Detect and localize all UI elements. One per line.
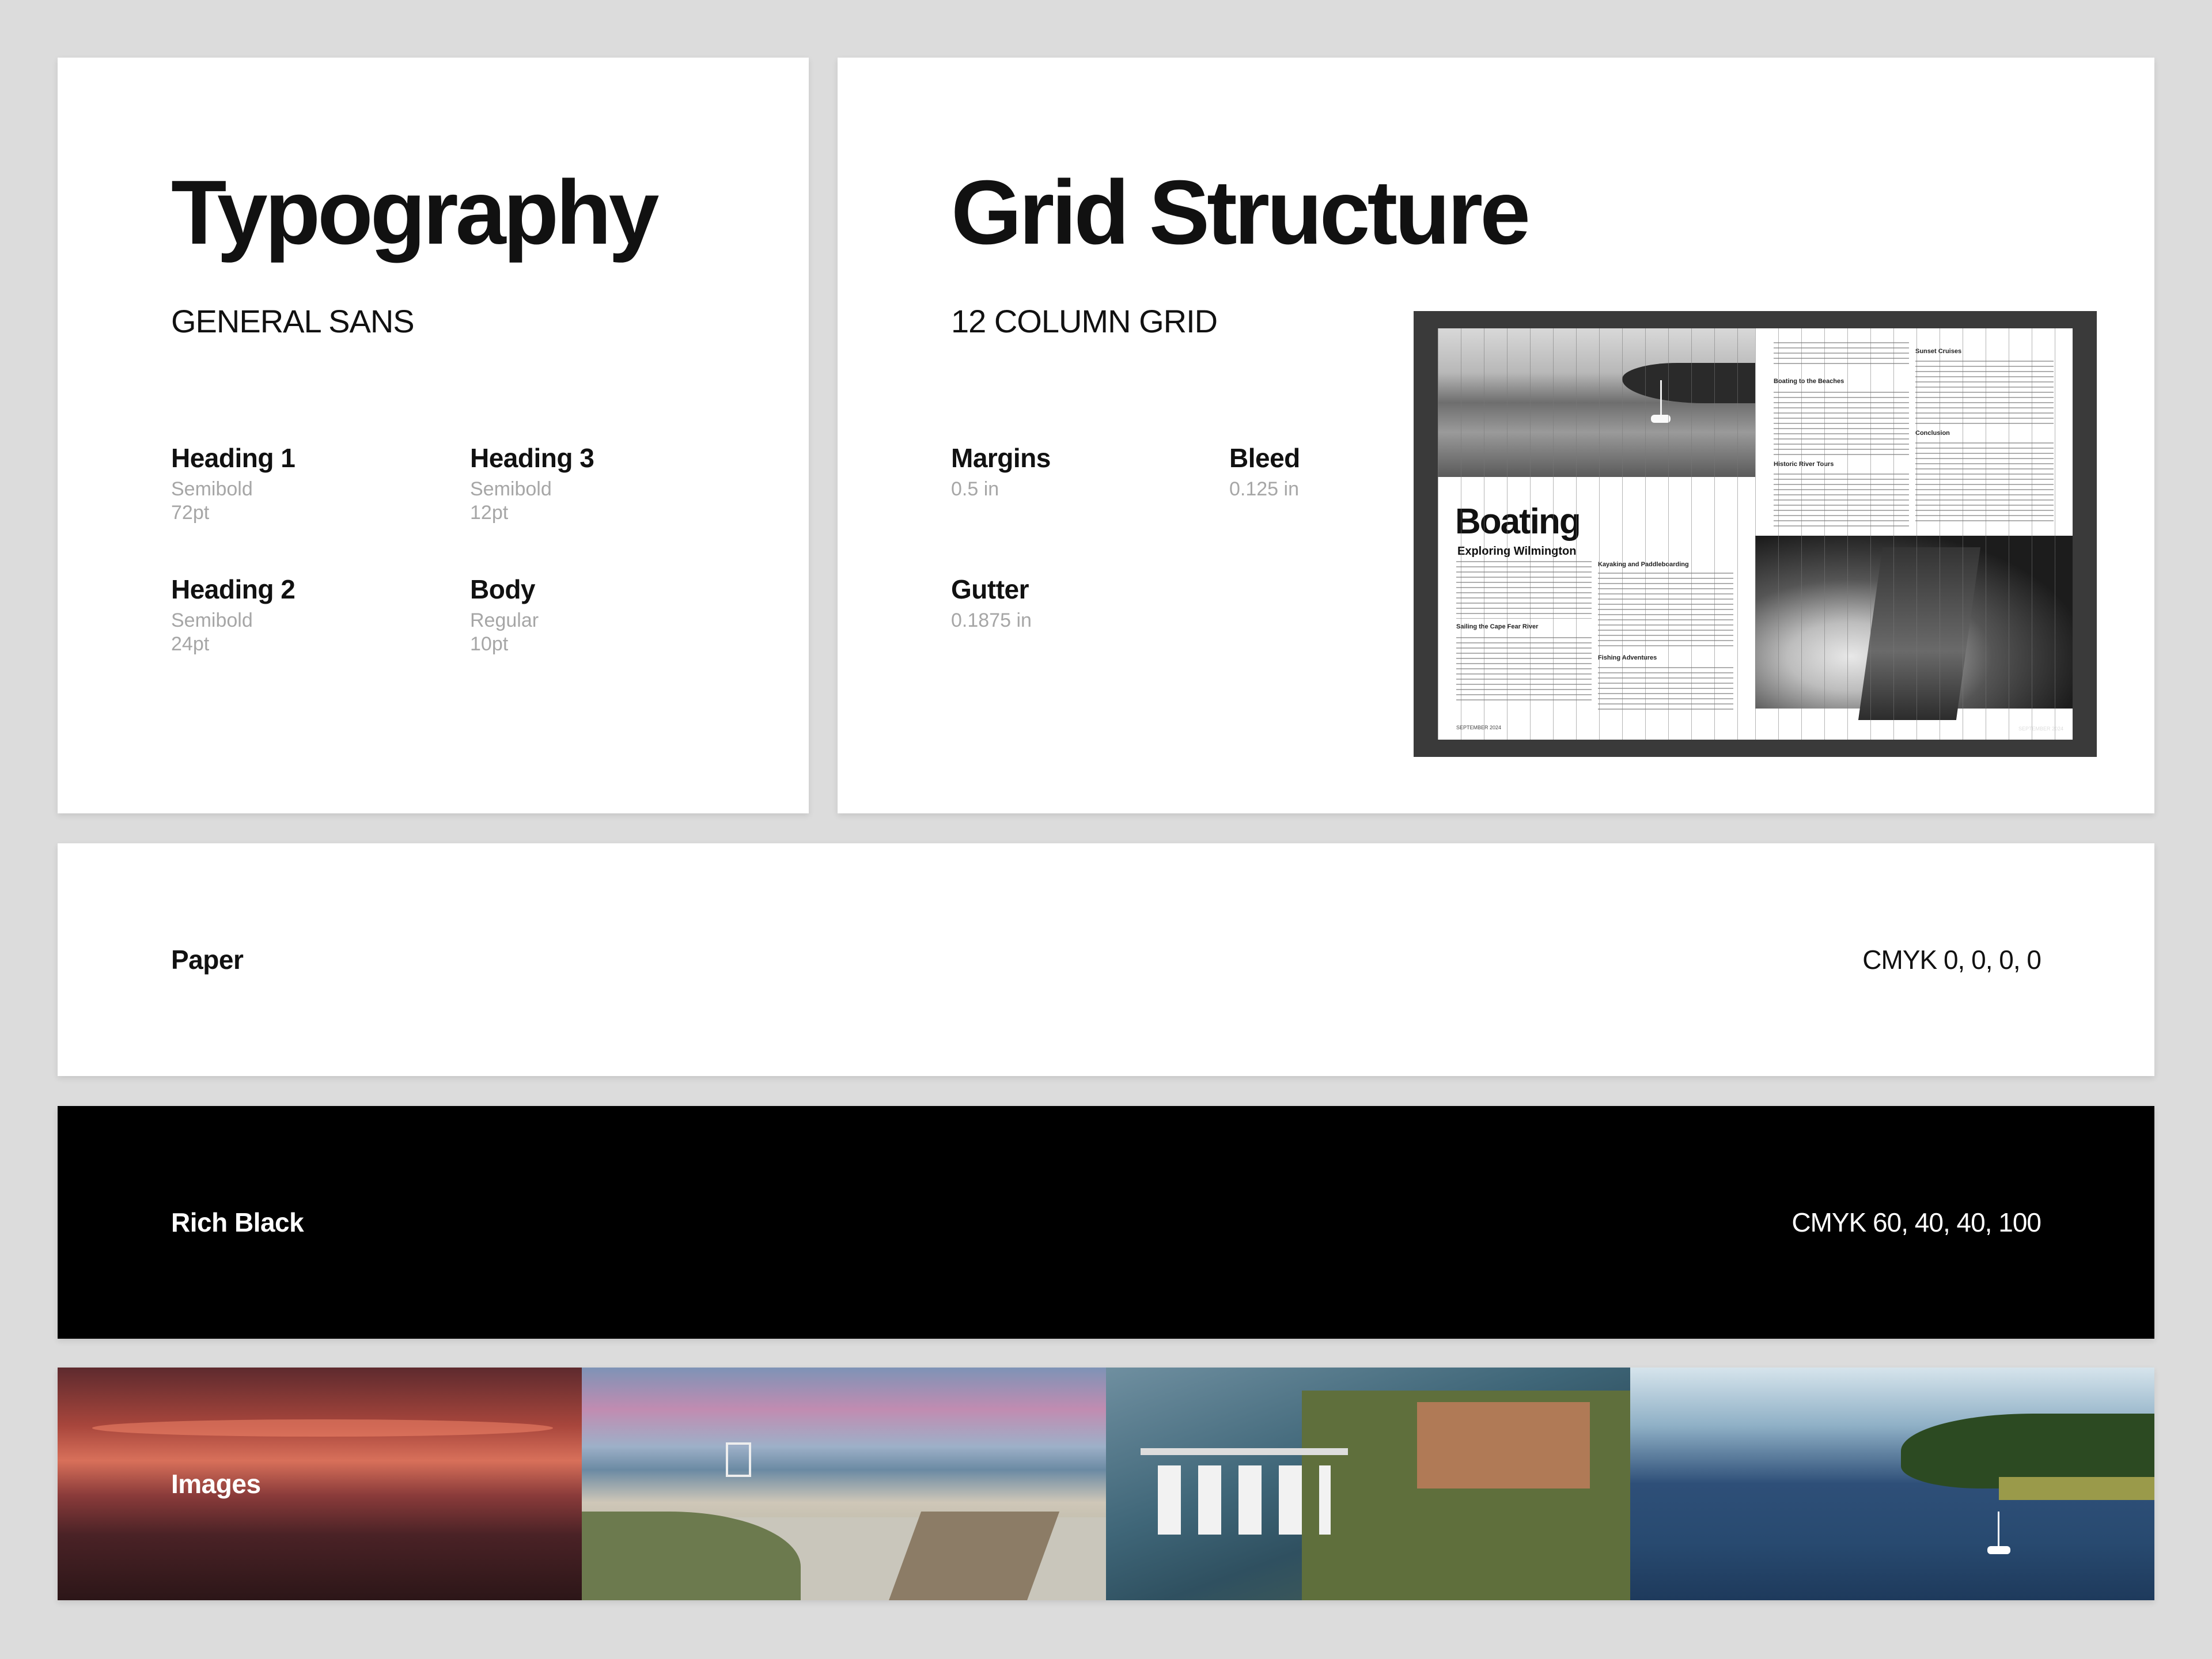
body-text-block bbox=[1598, 667, 1733, 713]
spec-value: 0.5 in bbox=[951, 478, 999, 501]
font-name: GENERAL SANS bbox=[171, 303, 415, 339]
spec-weight: Semibold bbox=[171, 478, 253, 501]
spec-size: 10pt bbox=[470, 632, 509, 655]
body-text-block bbox=[1915, 361, 2054, 424]
spec-size: 12pt bbox=[470, 501, 509, 524]
folio-right: SEPTEMBER 2024 bbox=[2018, 726, 2063, 732]
spec-gutter: Gutter 0.1875 in bbox=[951, 574, 1032, 632]
swatch-value: CMYK 0, 0, 0, 0 bbox=[1862, 945, 2041, 975]
mockup-title: Boating bbox=[1455, 502, 1581, 541]
mockup-heading: Sailing the Cape Fear River bbox=[1456, 623, 1539, 630]
body-text-block bbox=[1456, 561, 1592, 619]
grid-structure-card: Grid Structure 12 COLUMN GRID Margins 0.… bbox=[838, 58, 2154, 813]
spec-weight: Regular bbox=[470, 609, 539, 632]
mockup-heading: Conclusion bbox=[1915, 430, 1950, 437]
spec-heading-3: Heading 3 Semibold 12pt bbox=[470, 442, 594, 525]
swatch-label: Paper bbox=[171, 945, 244, 975]
left-page: Boating Exploring Wilmington Sailing the… bbox=[1438, 328, 1755, 740]
mockup-heading: Sunset Cruises bbox=[1915, 348, 1962, 355]
spec-name: Body bbox=[470, 574, 536, 604]
body-text-block bbox=[1774, 474, 1909, 529]
sailboat-river-image bbox=[1630, 1368, 2154, 1600]
beach-boardwalk-image bbox=[582, 1368, 1106, 1600]
spec-name: Heading 3 bbox=[470, 443, 594, 473]
mockup-heading: Boating to the Beaches bbox=[1774, 378, 1844, 385]
spec-bleed: Bleed 0.125 in bbox=[1229, 442, 1300, 501]
spec-size: 72pt bbox=[171, 501, 210, 524]
spec-value: 0.125 in bbox=[1229, 478, 1299, 501]
spec-body: Body Regular 10pt bbox=[470, 574, 539, 656]
spec-name: Margins bbox=[951, 443, 1051, 473]
body-text-block bbox=[1598, 573, 1733, 647]
sailboat-photo-bw bbox=[1438, 328, 1755, 477]
images-label: Images bbox=[171, 1469, 261, 1499]
spec-heading-1: Heading 1 Semibold 72pt bbox=[171, 442, 296, 525]
sunset-beach-image bbox=[58, 1368, 582, 1600]
aerial-photo-bw bbox=[1755, 536, 2073, 720]
mockup-heading: Historic River Tours bbox=[1774, 461, 1834, 468]
color-swatch-rich-black: Rich Black CMYK 60, 40, 40, 100 bbox=[58, 1106, 2154, 1339]
spec-weight: Semibold bbox=[171, 609, 253, 632]
spec-name: Heading 2 bbox=[171, 574, 296, 604]
folio-left: SEPTEMBER 2024 bbox=[1456, 725, 1502, 730]
spec-margins: Margins 0.5 in bbox=[951, 442, 1051, 501]
body-text-block bbox=[1774, 342, 1909, 365]
mockup-heading: Kayaking and Paddleboarding bbox=[1598, 561, 1689, 568]
grid-subtitle: 12 COLUMN GRID bbox=[951, 303, 1218, 339]
color-swatch-paper: Paper CMYK 0, 0, 0, 0 bbox=[58, 843, 2154, 1076]
body-text-block bbox=[1774, 392, 1909, 455]
images-strip: Images bbox=[58, 1368, 2154, 1600]
swatch-label: Rich Black bbox=[171, 1207, 304, 1237]
typography-card: Typography GENERAL SANS Heading 1 Semibo… bbox=[58, 58, 809, 813]
typography-title: Typography bbox=[171, 162, 659, 263]
mockup-subtitle: Exploring Wilmington bbox=[1457, 545, 1577, 558]
spec-name: Bleed bbox=[1229, 443, 1300, 473]
spec-weight: Semibold bbox=[470, 478, 552, 501]
body-text-block bbox=[1456, 637, 1592, 703]
spec-name: Gutter bbox=[951, 574, 1029, 604]
swatch-value: CMYK 60, 40, 40, 100 bbox=[1791, 1207, 2041, 1237]
body-text-block bbox=[1915, 442, 2054, 523]
spec-value: 0.1875 in bbox=[951, 609, 1032, 632]
right-page: Boating to the Beaches Historic River To… bbox=[1755, 328, 2073, 740]
spec-size: 24pt bbox=[171, 632, 210, 655]
grid-title: Grid Structure bbox=[951, 162, 1531, 263]
spec-heading-2: Heading 2 Semibold 24pt bbox=[171, 574, 296, 656]
mockup-heading: Fishing Adventures bbox=[1598, 654, 1657, 661]
spec-name: Heading 1 bbox=[171, 443, 296, 473]
magazine-spread-mockup: Boating Exploring Wilmington Sailing the… bbox=[1414, 311, 2097, 757]
marina-aerial-image bbox=[1106, 1368, 1630, 1600]
